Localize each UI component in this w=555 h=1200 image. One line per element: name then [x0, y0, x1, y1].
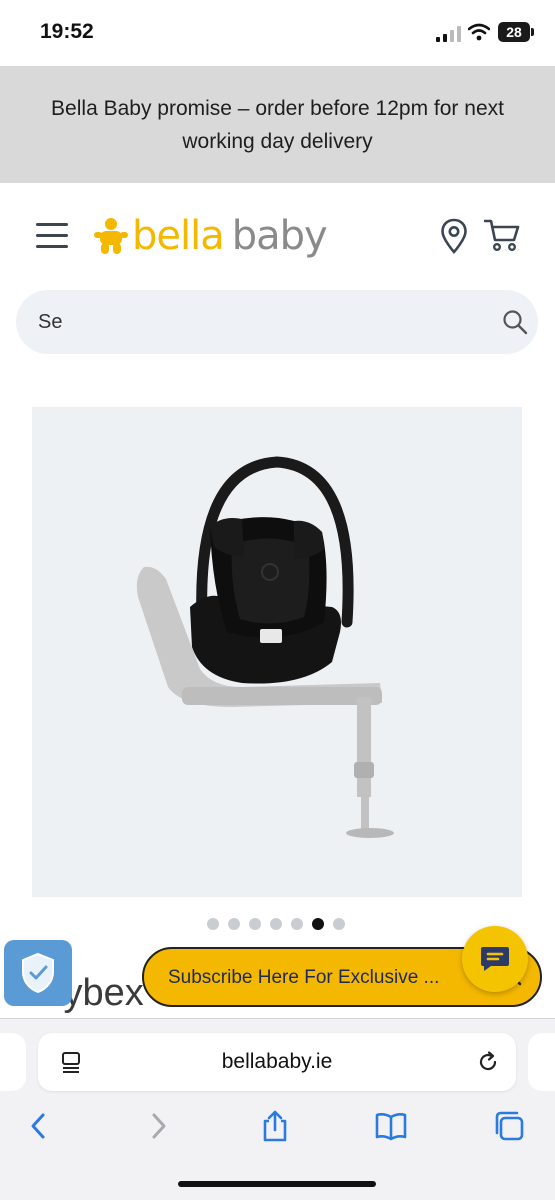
status-bar: 19:52 28 — [0, 0, 555, 66]
carousel-dot-active[interactable] — [312, 918, 324, 930]
cart-icon[interactable] — [484, 218, 520, 252]
status-time: 19:52 — [40, 20, 94, 43]
forward-icon[interactable] — [141, 1109, 175, 1143]
site-header: bella baby — [0, 183, 555, 288]
trust-badge[interactable] — [4, 940, 72, 1006]
search-bar[interactable] — [16, 290, 538, 354]
cellular-signal-icon — [436, 26, 461, 42]
browser-toolbar — [0, 1109, 555, 1149]
search-input[interactable] — [38, 290, 478, 354]
subscribe-label: Subscribe Here For Exclusive ... — [168, 967, 440, 988]
share-icon[interactable] — [258, 1109, 292, 1143]
shield-check-icon — [22, 952, 54, 994]
promo-banner[interactable]: Bella Baby promise – order before 12pm f… — [0, 66, 555, 183]
next-tab-preview[interactable] — [528, 1033, 555, 1091]
reload-icon[interactable] — [476, 1050, 500, 1074]
wifi-icon — [468, 23, 490, 41]
tabs-icon[interactable] — [492, 1109, 526, 1143]
logo-text-bella: bella — [132, 213, 225, 259]
hamburger-icon[interactable] — [36, 223, 68, 249]
logo-text-baby: baby — [231, 213, 328, 259]
product-image[interactable] — [32, 407, 522, 897]
battery-cap — [531, 28, 534, 36]
baby-figure-icon — [94, 218, 128, 254]
url-text: bellababy.ie — [221, 1050, 333, 1073]
previous-tab-preview[interactable] — [0, 1033, 26, 1091]
car-seat-illustration — [136, 456, 394, 838]
carousel-dot[interactable] — [291, 918, 303, 930]
home-indicator — [178, 1181, 376, 1187]
address-bar[interactable]: bellababy.ie — [38, 1033, 516, 1091]
battery-icon: 28 — [498, 22, 530, 42]
browser-chrome: bellababy.ie — [0, 1018, 555, 1200]
bookmarks-icon[interactable] — [374, 1109, 408, 1143]
chat-button[interactable] — [462, 926, 528, 992]
carousel-dot[interactable] — [249, 918, 261, 930]
carousel-dots — [207, 918, 345, 930]
location-pin-icon[interactable] — [440, 218, 468, 254]
carousel-dot[interactable] — [333, 918, 345, 930]
back-icon[interactable] — [22, 1109, 56, 1143]
carousel-dot[interactable] — [228, 918, 240, 930]
promo-text: Bella Baby promise – order before 12pm f… — [51, 96, 504, 153]
carousel-dot[interactable] — [270, 918, 282, 930]
carousel-dot[interactable] — [207, 918, 219, 930]
chat-icon — [481, 947, 509, 971]
search-icon[interactable] — [502, 309, 528, 335]
site-logo[interactable]: bella baby — [94, 211, 328, 261]
